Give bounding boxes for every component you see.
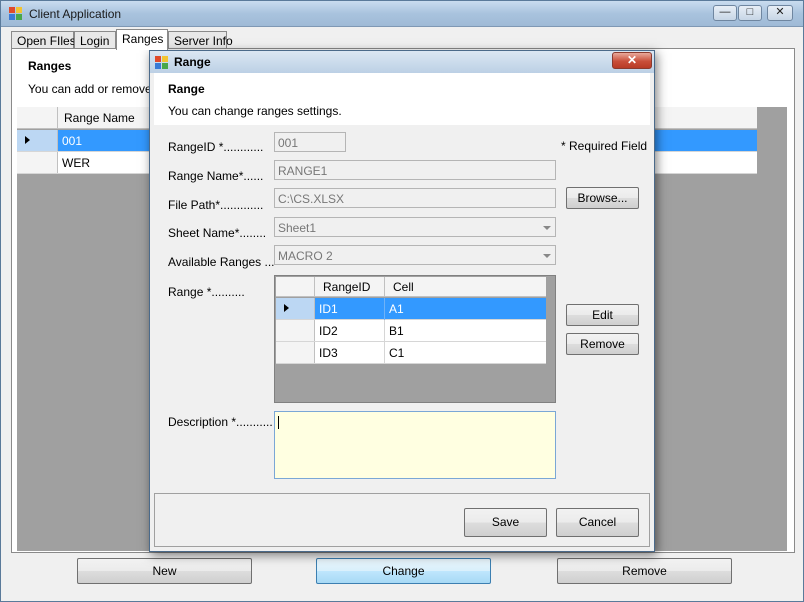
close-icon[interactable]: ✕	[767, 5, 793, 21]
table-row[interactable]: ID2 B1	[276, 320, 546, 342]
cell-value[interactable]: A1	[389, 302, 404, 316]
tab-server-info[interactable]: Server Info	[168, 31, 233, 49]
dialog-app-icon	[155, 56, 168, 69]
range-label: Range *..........	[168, 285, 245, 299]
range-cells-grid[interactable]: RangeID Cell ID1 A1 ID2 B1 ID3 C1	[274, 275, 556, 403]
file-path-label: File Path*.............	[168, 198, 264, 212]
window-title: Client Application	[29, 7, 122, 21]
dialog-footer: Save Cancel	[154, 493, 650, 547]
column-divider	[384, 277, 385, 297]
range-name-cell[interactable]: 001	[62, 134, 82, 148]
range-id-cell[interactable]: ID2	[319, 324, 338, 338]
table-row[interactable]: ID1 A1	[276, 298, 546, 320]
range-grid-header: RangeID Cell	[276, 277, 546, 297]
tab-open-files[interactable]: Open FIles	[11, 31, 76, 49]
dialog-title: Range	[174, 55, 211, 69]
ranges-description: You can add or remove R	[28, 82, 164, 96]
dialog-header-description: You can change ranges settings.	[168, 104, 342, 118]
row-header	[17, 130, 58, 151]
column-header-cell[interactable]: Cell	[393, 280, 414, 294]
description-input[interactable]	[274, 411, 556, 479]
column-divider	[384, 298, 385, 320]
dialog-title-bar[interactable]: Range ✕	[150, 51, 654, 73]
available-ranges-select[interactable]: MACRO 2	[274, 245, 556, 265]
range-id-field[interactable]: 001	[274, 132, 346, 152]
app-icon	[9, 7, 23, 21]
row-header	[276, 298, 315, 319]
dialog-header-title: Range	[168, 82, 205, 96]
range-dialog: Range ✕ Range You can change ranges sett…	[149, 50, 655, 552]
column-divider	[384, 320, 385, 342]
remove-range-button[interactable]: Remove	[557, 558, 732, 584]
available-ranges-label: Available Ranges ...	[168, 255, 275, 269]
column-divider	[384, 342, 385, 364]
minimize-icon[interactable]: —	[713, 5, 737, 21]
change-button[interactable]: Change	[316, 558, 491, 584]
maximize-icon[interactable]: □	[738, 5, 762, 21]
current-row-arrow-icon	[25, 136, 30, 144]
sheet-name-value: Sheet1	[278, 221, 317, 235]
row-header	[17, 152, 58, 173]
cancel-button[interactable]: Cancel	[556, 508, 639, 537]
available-ranges-value: MACRO 2	[278, 249, 333, 263]
range-name-label: Range Name*......	[168, 169, 264, 183]
text-caret	[278, 416, 279, 429]
file-path-field[interactable]: C:\CS.XLSX	[274, 188, 556, 208]
tab-ranges[interactable]: Ranges	[116, 29, 168, 50]
chevron-down-icon[interactable]	[543, 254, 551, 258]
dialog-body: Range You can change ranges settings. * …	[154, 73, 650, 549]
range-name-cell[interactable]: WER	[62, 156, 90, 170]
save-button[interactable]: Save	[464, 508, 547, 537]
sheet-name-label: Sheet Name*........	[168, 226, 267, 240]
tab-login[interactable]: Login	[74, 31, 116, 49]
range-name-field[interactable]: RANGE1	[274, 160, 556, 180]
dialog-close-icon[interactable]: ✕	[612, 52, 652, 69]
range-id-cell[interactable]: ID1	[319, 302, 338, 316]
row-header	[276, 342, 315, 363]
required-field-note: * Required Field	[561, 139, 648, 153]
browse-button[interactable]: Browse...	[566, 187, 639, 209]
ranges-title: Ranges	[28, 59, 72, 73]
cell-value[interactable]: C1	[389, 346, 404, 360]
range-id-label: RangeID *............	[168, 140, 264, 154]
dialog-header: Range You can change ranges settings.	[154, 73, 650, 125]
range-id-cell[interactable]: ID3	[319, 346, 338, 360]
column-header-range-name[interactable]: Range Name	[64, 111, 135, 125]
table-row[interactable]: ID3 C1	[276, 342, 546, 364]
row-header	[276, 320, 315, 341]
title-bar[interactable]: Client Application — □ ✕	[1, 1, 803, 27]
chevron-down-icon[interactable]	[543, 226, 551, 230]
row-header-corner	[17, 107, 58, 129]
column-header-rangeid[interactable]: RangeID	[323, 280, 370, 294]
new-button[interactable]: New	[77, 558, 252, 584]
description-label: Description *...........	[168, 415, 273, 429]
sheet-name-select[interactable]: Sheet1	[274, 217, 556, 237]
row-header-corner	[276, 277, 315, 297]
current-row-arrow-icon	[284, 304, 289, 312]
edit-button[interactable]: Edit	[566, 304, 639, 326]
remove-cell-button[interactable]: Remove	[566, 333, 639, 355]
cell-value[interactable]: B1	[389, 324, 404, 338]
